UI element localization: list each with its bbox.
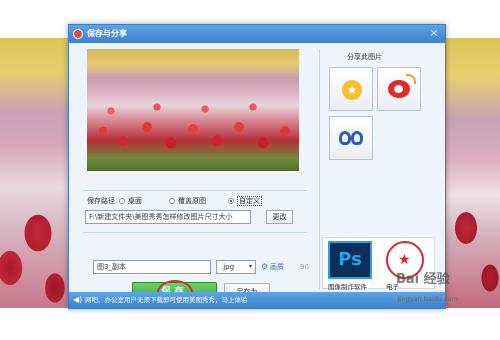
format-select[interactable]: .jpg ▾ xyxy=(216,260,256,274)
radio-selected-icon xyxy=(228,198,234,204)
weibo-wave-icon xyxy=(406,74,416,84)
image-preview xyxy=(87,49,299,171)
pane-divider xyxy=(319,49,320,289)
radio-custom[interactable]: 自定义 xyxy=(228,196,262,206)
app-caption: 图像制作软件 xyxy=(328,283,367,291)
speaker-icon: ◀) xyxy=(73,295,83,304)
dialog-title: 保存与分享 xyxy=(87,29,127,38)
quality-link[interactable]: 画质 xyxy=(270,261,284,273)
close-button[interactable]: × xyxy=(427,27,441,41)
app-logo-icon xyxy=(73,29,83,39)
file-name-field[interactable]: 图3_副本 xyxy=(93,260,211,274)
renren-icon xyxy=(339,131,365,147)
format-value: .jpg xyxy=(221,263,235,271)
status-bar: ◀) 网吧、办公室用户无须下载即可使用美图秀秀，马上体验 xyxy=(69,292,445,308)
save-path-field[interactable]: F:\新建文件夹\美图秀秀怎样修改图片尺寸大小 xyxy=(85,210,251,224)
baidu-watermark-url: jingyan.baidu.com xyxy=(398,295,458,303)
save-path-label: 保存路径 xyxy=(87,197,115,205)
qzone-icon: ★ xyxy=(342,80,362,100)
quality-gear-icon: ⚙ xyxy=(261,262,269,271)
share-weibo-button[interactable] xyxy=(377,67,421,111)
radio-desktop[interactable]: 桌面 xyxy=(119,196,142,206)
quality-value: 90 xyxy=(300,263,309,271)
save-path-settings: 保存路径 桌面 覆盖原图 自定义 F:\新建文件夹\美图秀秀怎样修改图片尺寸大小… xyxy=(83,190,307,233)
background-tulip-photo-left xyxy=(0,38,70,308)
chevron-down-icon: ▾ xyxy=(248,263,252,270)
status-text[interactable]: 网吧、办公室用户无须下载即可使用美图秀秀，马上体验 xyxy=(85,292,248,308)
dialog-titlebar[interactable]: 保存与分享 × xyxy=(69,25,445,43)
baidu-watermark: Bai 经验 xyxy=(396,272,450,287)
save-pane: 保存路径 桌面 覆盖原图 自定义 F:\新建文件夹\美图秀秀怎样修改图片尺寸大小… xyxy=(79,49,311,305)
radio-overwrite[interactable]: 覆盖原图 xyxy=(169,196,206,206)
radio-circle-icon xyxy=(119,198,125,204)
share-qzone-button[interactable]: ★ xyxy=(329,67,373,111)
change-path-button[interactable]: 更改 xyxy=(266,210,293,224)
save-share-dialog: 保存与分享 × 保存路径 桌面 覆盖原图 自定义 F:\新建文件夹\美图秀秀怎样… xyxy=(68,24,446,309)
photoshop-app-icon[interactable]: Ps xyxy=(328,241,372,279)
radio-circle-icon xyxy=(169,198,175,204)
share-title: 分享此图片 xyxy=(347,53,382,61)
background-tulip-photo-right xyxy=(446,38,500,308)
share-renren-button[interactable] xyxy=(329,116,373,160)
